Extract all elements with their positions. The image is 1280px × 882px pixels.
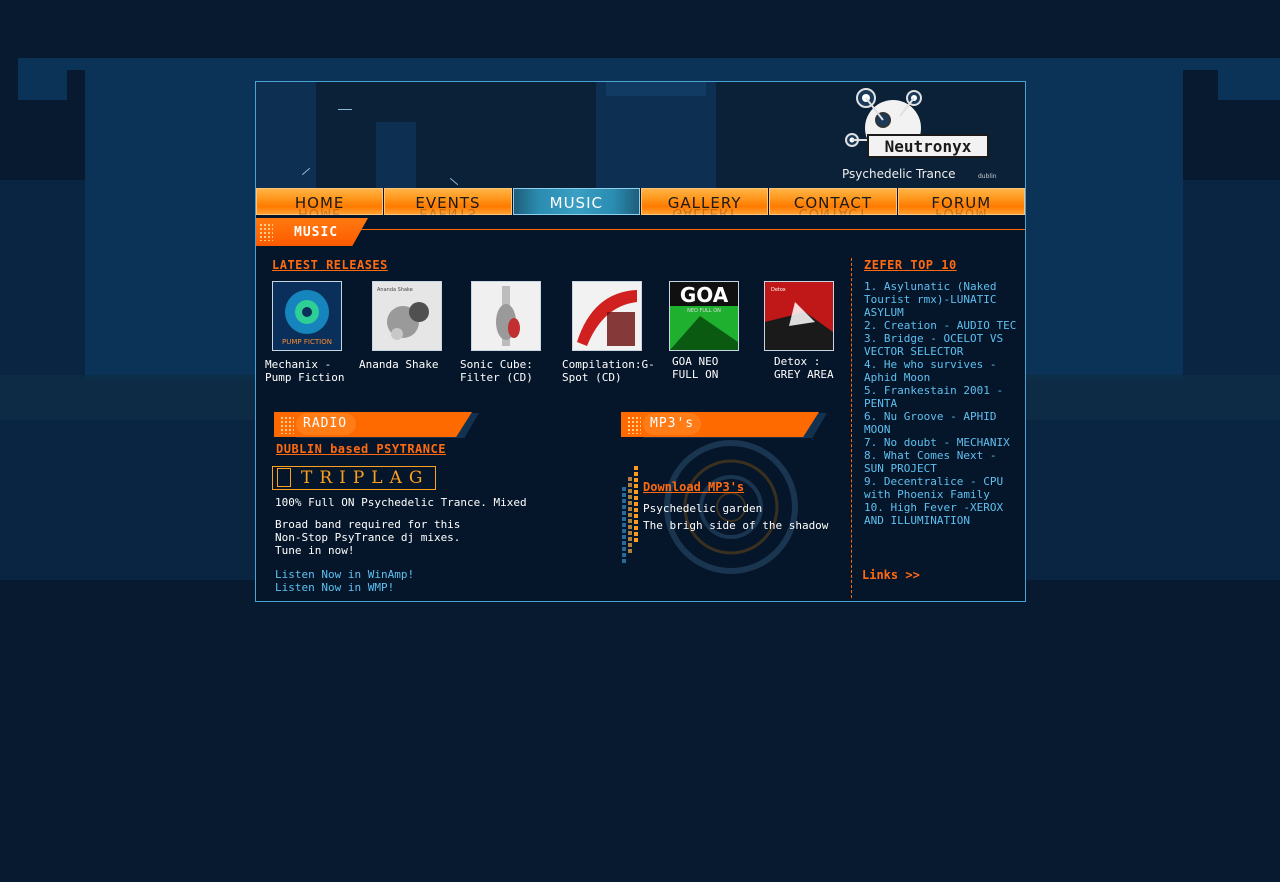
dots-icon xyxy=(627,416,641,434)
logo-sub-text: Psychedelic Trance xyxy=(842,167,955,181)
release-cover-image[interactable]: PUMP FICTION xyxy=(272,281,342,351)
latest-releases-heading: LATEST RELEASES xyxy=(272,258,388,272)
section-rule xyxy=(356,229,1025,230)
top10-item: 8. What Comes Next - SUN PROJECT xyxy=(864,449,997,475)
top10-item: 4. He who survives - Aphid Moon xyxy=(864,358,997,384)
listen-winamp-link[interactable]: Listen Now in WinAmp! xyxy=(275,568,414,581)
top10-item: 3. Bridge - OCELOT VS VECTOR SELECTOR xyxy=(864,332,1004,358)
release-cover-image[interactable]: GOA NEO FULL ON xyxy=(669,281,739,351)
release-item[interactable]: Ananda Shake xyxy=(372,281,468,351)
nav-events[interactable]: EVENTS EVENTS xyxy=(384,188,512,220)
radio-description: 100% Full ON Psychedelic Trance. Mixed xyxy=(275,496,527,509)
top10-item: 10. High Fever -XEROX AND ILLUMINATION xyxy=(864,501,1004,527)
cover-text: GOA xyxy=(680,283,729,307)
header-decor xyxy=(449,177,459,186)
eq-bar xyxy=(628,477,632,553)
top10-list: 1. Asylunatic (Naked Tourist rmx)-LUNATI… xyxy=(864,280,1020,527)
header-decor xyxy=(256,82,316,188)
background-notch xyxy=(0,58,18,100)
section-header: MUSIC xyxy=(256,218,1025,246)
header-decor xyxy=(376,122,416,188)
logo-city-text: dublin xyxy=(978,173,997,180)
release-caption: Detox : GREY AREA xyxy=(774,355,834,381)
release-item[interactable] xyxy=(471,281,567,351)
radio-tab-label: RADIO xyxy=(303,416,348,431)
release-cover-image[interactable]: Detox xyxy=(764,281,834,351)
release-caption: Mechanix - Pump Fiction xyxy=(265,358,345,384)
top10-item: 1. Asylunatic (Naked Tourist rmx)-LUNATI… xyxy=(864,280,997,319)
top10-item: 5. Frankestain 2001 - PENTA xyxy=(864,384,1004,410)
release-item[interactable]: GOA NEO FULL ON xyxy=(669,281,765,351)
top10-item: 9. Decentralice - CPU with Phoenix Famil… xyxy=(864,475,1004,501)
dots-icon xyxy=(280,416,294,434)
main-nav: HOME HOME EVENTS EVENTS MUSIC GALLERY GALLE… xyxy=(256,188,1025,220)
background-pillar-right xyxy=(1025,70,1183,380)
background-pillar-left xyxy=(85,70,255,380)
nav-label: MUSIC xyxy=(549,194,603,212)
dots-icon xyxy=(259,223,273,241)
top10-heading: ZEFER TOP 10 xyxy=(864,258,957,272)
release-caption: Ananda Shake xyxy=(359,358,439,371)
release-item[interactable] xyxy=(572,281,668,351)
header-decor xyxy=(596,82,716,188)
triplag-logo[interactable]: TRIPLAG xyxy=(272,466,436,490)
triplag-emblem-icon xyxy=(277,468,291,487)
radio-info: Broad band required for this Non-Stop Ps… xyxy=(275,518,461,557)
release-caption: GOA NEO FULL ON xyxy=(672,355,719,381)
download-mp3-link[interactable]: Download MP3's xyxy=(643,480,744,494)
nav-forum[interactable]: FORUM FORUM xyxy=(897,188,1025,220)
top10-item: 7. No doubt - MECHANIX xyxy=(864,436,1010,449)
links-link[interactable]: Links >> xyxy=(862,568,920,582)
eq-bar xyxy=(622,487,626,563)
nav-music[interactable]: MUSIC xyxy=(512,188,640,215)
cover-text: Detox xyxy=(771,287,786,293)
nav-contact[interactable]: CONTACT CONTACT xyxy=(769,188,897,220)
cover-subtext: NEO FULL ON xyxy=(687,308,721,314)
nav-home[interactable]: HOME HOME xyxy=(256,188,384,220)
top10-item: 6. Nu Groove - APHID MOON xyxy=(864,410,997,436)
section-title: MUSIC xyxy=(294,225,339,240)
mp3-tab-label: MP3's xyxy=(650,416,695,431)
top10-item: 2. Creation - AUDIO TEC xyxy=(864,319,1017,332)
header-decor xyxy=(338,109,352,110)
release-cover-image[interactable]: Ananda Shake xyxy=(372,281,442,351)
triplag-logo-text: TRIPLAG xyxy=(301,468,430,488)
cover-text: Ananda Shake xyxy=(377,287,413,293)
header-decor xyxy=(606,82,706,96)
eq-bar xyxy=(634,466,638,542)
nav-gallery[interactable]: GALLERY GALLERY xyxy=(640,188,769,220)
background-notch xyxy=(1183,70,1218,100)
header-banner: Neutronyx Psychedelic Trance dublin xyxy=(256,82,1025,188)
listen-wmp-link[interactable]: Listen Now in WMP! xyxy=(275,581,394,594)
release-caption: Sonic Cube: Filter (CD) xyxy=(460,358,533,384)
logo-main-text: Neutronyx xyxy=(885,137,972,156)
radio-subheading: DUBLIN based PSYTRANCE xyxy=(276,442,446,456)
release-cover-image[interactable] xyxy=(471,281,541,351)
background-notch xyxy=(67,70,85,100)
main-frame: Neutronyx Psychedelic Trance dublin HOME… xyxy=(255,81,1026,602)
sidebar-divider xyxy=(851,258,852,598)
cover-text: PUMP FICTION xyxy=(282,338,332,346)
release-item[interactable]: Detox xyxy=(764,281,860,351)
mp3-track-link[interactable]: The brigh side of the shadow xyxy=(643,519,828,532)
release-item[interactable]: PUMP FICTION xyxy=(272,281,368,351)
release-caption: Compilation:G- Spot (CD) xyxy=(562,358,655,384)
mp3-track-link[interactable]: Psychedelic garden xyxy=(643,502,762,515)
neutronyx-logo[interactable]: Neutronyx Psychedelic Trance dublin xyxy=(838,86,1016,184)
release-cover-image[interactable] xyxy=(572,281,642,351)
